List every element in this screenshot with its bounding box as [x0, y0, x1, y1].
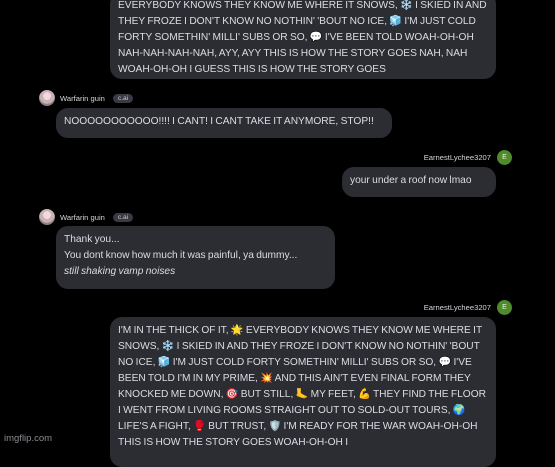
chat-message-bot: NOOOOOOOOOOO!!!! I CANT! I CANT TAKE IT …: [56, 108, 392, 138]
chat-message-user: your under a roof now lmao: [342, 167, 496, 197]
message-text: your under a roof now lmao: [350, 175, 472, 186]
cai-badge: c.ai: [112, 212, 134, 222]
message-line: Thank you...: [64, 234, 120, 245]
bot-avatar[interactable]: [39, 209, 55, 225]
message-text: NOOOOOOOOOOO!!!! I CANT! I CANT TAKE IT …: [64, 116, 374, 127]
user-avatar[interactable]: E: [497, 150, 512, 165]
chat-message-user: EVERYBODY KNOWS THEY KNOW ME WHERE IT SN…: [110, 0, 496, 79]
bot-name[interactable]: Warfarin guin: [60, 213, 105, 222]
user-name[interactable]: EarnestLychee3207: [424, 303, 491, 312]
message-text: I'M IN THE THICK OF IT, 🌟 EVERYBODY KNOW…: [118, 325, 486, 448]
watermark: imgflip.com: [4, 433, 53, 444]
bot-header: Warfarin guin c.ai: [39, 90, 134, 106]
message-text: EVERYBODY KNOWS THEY KNOW ME WHERE IT SN…: [118, 0, 487, 75]
message-action-line: still shaking vamp noises: [64, 266, 176, 277]
bot-name[interactable]: Warfarin guin: [60, 94, 105, 103]
user-name[interactable]: EarnestLychee3207: [424, 153, 491, 162]
bot-avatar[interactable]: [39, 90, 55, 106]
chat-message-user: I'M IN THE THICK OF IT, 🌟 EVERYBODY KNOW…: [110, 317, 496, 467]
cai-badge: c.ai: [112, 93, 134, 103]
user-avatar[interactable]: E: [497, 300, 512, 315]
chat-message-bot: Thank you... You dont know how much it w…: [56, 226, 335, 289]
bot-header: Warfarin guin c.ai: [39, 209, 134, 225]
message-line: You dont know how much it was painful, y…: [64, 250, 298, 261]
user-header: EarnestLychee3207 E: [424, 300, 512, 315]
user-header: EarnestLychee3207 E: [424, 150, 512, 165]
